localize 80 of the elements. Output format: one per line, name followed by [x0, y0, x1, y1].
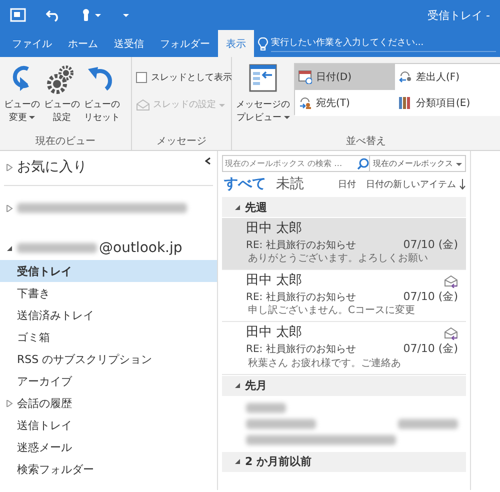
ribbon-button[interactable]: メッセージの プレビュー [236, 61, 290, 134]
envelope-arrow-icon [444, 275, 458, 288]
caret-icon[interactable] [122, 11, 130, 19]
folder-item[interactable]: 送信トレイ [17, 418, 72, 432]
blurred-text [398, 418, 458, 429]
sender-name: 田中 太郎 [246, 273, 302, 290]
ribbon-tab[interactable]: ファイル [4, 30, 60, 57]
date-text: 07/10 (金) [403, 290, 458, 304]
group-label: 並べ替え [345, 134, 387, 149]
subject-text: RE: 社員旅行のお知らせ [246, 238, 356, 252]
folder-item[interactable]: 検索フォルダー [17, 462, 94, 476]
window-title: 受信トレイ - [428, 8, 490, 22]
expanded-triangle-icon[interactable] [234, 382, 241, 390]
collapsed-triangle-icon[interactable] [6, 400, 13, 406]
down-arrow-icon [459, 178, 466, 190]
sort-dropdown[interactable]: 日付 [338, 178, 356, 190]
expanded-triangle-icon[interactable] [234, 204, 241, 210]
person-arrow-icon [398, 70, 412, 84]
folder-item[interactable]: ゴミ箱 [17, 330, 50, 344]
expanded-triangle-icon[interactable] [6, 244, 13, 252]
caret-icon [456, 160, 462, 166]
collapsed-triangle-icon[interactable] [6, 164, 13, 170]
group-header[interactable]: 先月 [245, 378, 267, 394]
folder-item[interactable]: RSS のサブスクリプション [17, 352, 152, 366]
preview-text: 申し訳ございません。Cコースに変更 [247, 304, 416, 318]
ribbon-button[interactable]: ビューの リセット [84, 61, 120, 134]
undo-icon[interactable] [46, 8, 60, 22]
folder-item[interactable]: 会話の履歴 [17, 396, 72, 410]
folder-item[interactable]: 迷惑メール [17, 440, 72, 454]
sender-name: 田中 太郎 [246, 221, 302, 238]
preview-pane-icon [247, 63, 279, 95]
folder-item[interactable]: 受信トレイ [17, 264, 72, 278]
subject-text: RE: 社員旅行のお知らせ [246, 290, 356, 304]
sort-option[interactable]: 日付(D) [295, 64, 395, 90]
envelope-icon [136, 98, 150, 110]
scope-dropdown[interactable]: 現在のメールボックス [369, 155, 465, 172]
color-bars-icon [398, 96, 412, 110]
group-label: メッセージ [156, 135, 208, 149]
collapse-icon[interactable] [205, 157, 211, 165]
expanded-triangle-icon[interactable] [234, 458, 241, 466]
caret-icon [29, 114, 35, 120]
filter-tab[interactable]: 未読 [276, 175, 304, 193]
collapsed-triangle-icon[interactable] [6, 204, 13, 212]
folder-item[interactable]: 下書き [17, 286, 50, 300]
favorites-label[interactable]: お気に入り [17, 158, 87, 176]
message-item[interactable]: 田中 太郎 RE: 社員旅行のお知らせ 07/10 (金) ありがとうございます。よろしくお願い [222, 218, 466, 270]
date-text: 07/10 (金) [403, 238, 458, 252]
thread-checkbox[interactable]: スレッドとして表示 [136, 71, 232, 84]
calendar-clock-icon [298, 70, 312, 84]
ribbon-tab[interactable]: 送受信 [106, 30, 152, 57]
ribbon-button[interactable]: ビューの 変更 [4, 61, 40, 134]
blurred-text [246, 418, 316, 429]
preview-text: ありがとうございます。よろしくお願い [247, 252, 429, 266]
ribbon-tab[interactable]: 表示 [218, 30, 254, 57]
preview-text: 秋葉さん お疲れ様です。ご連絡あ [247, 356, 402, 370]
blurred-text [246, 402, 286, 413]
ribbon-tab[interactable]: フォルダー [152, 30, 218, 57]
message-item[interactable]: 田中 太郎 RE: 社員旅行のお知らせ 07/10 (金) 秋葉さん お疲れ様です。ご連絡あ [222, 322, 466, 375]
search-input[interactable]: 現在のメールボックス の検索 … [223, 159, 357, 168]
ribbon-button[interactable]: ビューの 設定 [44, 61, 80, 134]
message-item[interactable]: 田中 太郎 RE: 社員旅行のお知らせ 07/10 (金) 申し訳ございません。Cコースに変更 [222, 270, 466, 322]
sender-name: 田中 太郎 [246, 325, 302, 342]
search-icon [357, 158, 369, 170]
account-address[interactable]: @outlook.jp [99, 240, 182, 256]
filter-tab[interactable]: すべて [224, 175, 266, 193]
caret-icon [284, 114, 290, 120]
caret-icon [219, 102, 225, 108]
person-arrow-icon [298, 96, 312, 110]
search-field[interactable]: 現在のメールボックス の検索 … 現在のメールボックス [222, 155, 466, 172]
subject-text: RE: 社員旅行のお知らせ [246, 342, 356, 356]
date-text: 07/10 (金) [403, 342, 458, 357]
ribbon-tab[interactable]: ホーム [60, 30, 106, 57]
group-header[interactable]: 先週 [245, 200, 267, 214]
envelope-arrow-icon [444, 327, 458, 340]
lightbulb-icon [258, 36, 268, 50]
sort-order-button[interactable]: 日付の新しいアイテム [366, 178, 466, 190]
folder-item[interactable]: 送信済みトレイ [17, 308, 94, 322]
folder-item[interactable]: アーカイブ [17, 374, 72, 388]
group-label: 現在のビュー [34, 135, 96, 149]
app-icon[interactable] [10, 7, 26, 23]
